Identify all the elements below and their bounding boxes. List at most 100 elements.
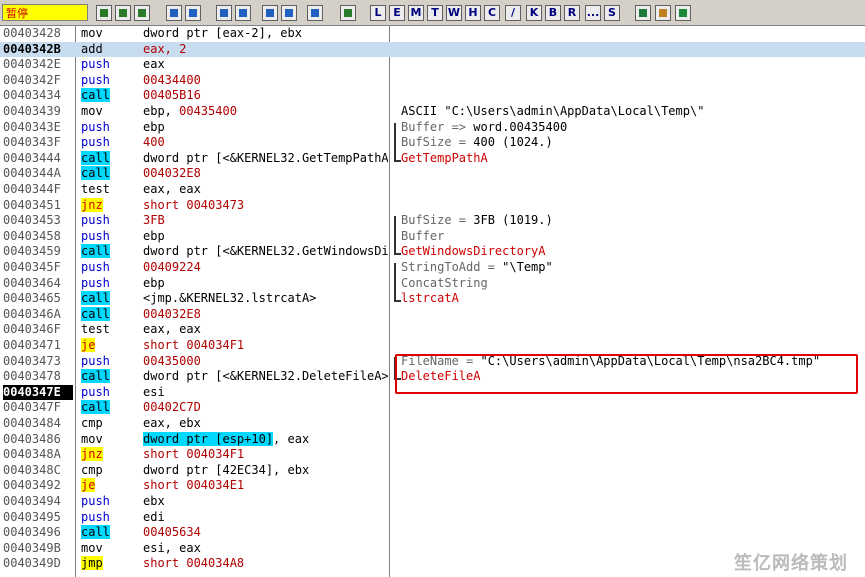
mnemonic: push bbox=[81, 57, 110, 72]
address: 0040349D bbox=[3, 556, 61, 571]
operands: ebx bbox=[143, 494, 165, 508]
handles-button[interactable]: H bbox=[465, 5, 481, 21]
grid-icon[interactable] bbox=[655, 5, 671, 21]
operands: ebp bbox=[143, 119, 165, 134]
comment: ASCII "C:\Users\admin\AppData\Local\Temp… bbox=[401, 104, 705, 118]
mnemonic: mov bbox=[81, 104, 103, 118]
instruction-row[interactable]: 0040344A call 004032E8 bbox=[0, 166, 865, 182]
instruction-row[interactable]: 00403484 cmp eax, ebx bbox=[0, 416, 865, 432]
instruction-row[interactable]: 00403434 call 00405B16 bbox=[0, 88, 865, 104]
instruction-row[interactable]: 0040343F push 400 BufSize = 400 (1024.) bbox=[0, 135, 865, 151]
memory-map-button[interactable]: M bbox=[408, 5, 424, 21]
address: 0040342E bbox=[3, 57, 61, 72]
breakpoints-button[interactable]: B bbox=[545, 5, 561, 21]
mnemonic: call bbox=[81, 306, 110, 321]
instruction-row[interactable]: 0040345F push 00409224 StringToAdd = "\Temp… bbox=[0, 260, 865, 276]
references-button[interactable]: R bbox=[564, 5, 580, 21]
threads-button[interactable]: T bbox=[427, 5, 443, 21]
address: 0040344A bbox=[3, 166, 61, 181]
help-icon[interactable] bbox=[675, 5, 691, 21]
instruction-row[interactable]: 00403496 call 00405634 bbox=[0, 525, 865, 541]
instruction-row[interactable]: 00403492 je short 004034E1 bbox=[0, 478, 865, 494]
list-icon[interactable] bbox=[635, 5, 651, 21]
comment: lstrcatA bbox=[401, 291, 459, 306]
run-trace-button[interactable]: ... bbox=[585, 5, 601, 21]
patches-button[interactable]: / bbox=[505, 5, 521, 21]
operands: dword ptr [<&KERNEL32.GetTempPathA>] bbox=[143, 150, 388, 165]
instruction-row[interactable]: 0040346F test eax, eax bbox=[0, 322, 865, 338]
operands: 00402C7D bbox=[143, 400, 201, 415]
source-button[interactable]: S bbox=[604, 5, 620, 21]
instruction-row[interactable]: 0040346A call 004032E8 bbox=[0, 306, 865, 323]
mnemonic: call bbox=[81, 244, 110, 259]
instruction-row[interactable]: 0040343E push ebp Buffer => word.00435400 bbox=[0, 120, 865, 136]
instruction-row[interactable]: 00403464 push ebp ConcatString bbox=[0, 276, 865, 292]
windows-button[interactable]: W bbox=[446, 5, 462, 21]
operands: eax, eax bbox=[143, 322, 201, 337]
address: 00403496 bbox=[3, 525, 61, 540]
address: 0040343E bbox=[3, 119, 61, 134]
instruction-row[interactable]: 00403458 push ebp Buffer bbox=[0, 229, 865, 245]
instruction-row[interactable]: 00403471 je short 004034F1 bbox=[0, 338, 865, 354]
instruction-row[interactable]: 0040342E push eax bbox=[0, 57, 865, 73]
mnemonic: jnz bbox=[81, 197, 103, 212]
mnemonic: push bbox=[81, 353, 110, 368]
operands: eax, ebx bbox=[143, 416, 201, 430]
instruction-row[interactable]: 0040342F push 00434400 bbox=[0, 73, 865, 89]
address: 00403495 bbox=[3, 509, 61, 524]
execute-till-return-icon[interactable] bbox=[307, 5, 323, 21]
address: 0040347E bbox=[3, 384, 73, 401]
address: 0040346A bbox=[3, 306, 61, 321]
instruction-row[interactable]: 00403486 mov dword ptr [esp+10], eax bbox=[0, 431, 865, 448]
instruction-row[interactable]: 0040347F call 00402C7D bbox=[0, 400, 865, 416]
address: 0040342B bbox=[3, 41, 61, 56]
address: 00403444 bbox=[3, 150, 61, 165]
address: 0040347F bbox=[3, 400, 61, 415]
call-stack-button[interactable]: K bbox=[526, 5, 542, 21]
address: 00403453 bbox=[3, 213, 61, 228]
instruction-row[interactable]: 0040348A jnz short 004034F1 bbox=[0, 447, 865, 463]
operands: ebp bbox=[143, 228, 165, 243]
address: 00403484 bbox=[3, 416, 61, 430]
instruction-row[interactable]: 0040342B add eax, 2 bbox=[0, 41, 865, 58]
address: 00403451 bbox=[3, 197, 61, 212]
mnemonic: push bbox=[81, 72, 110, 87]
instruction-row[interactable]: 00403444 call dword ptr [<&KERNEL32.GetTem… bbox=[0, 150, 865, 167]
operands: 400 bbox=[143, 135, 165, 150]
instruction-row[interactable]: 0040348C cmp dword ptr [42EC34], ebx bbox=[0, 463, 865, 479]
operands: eax, eax bbox=[143, 182, 201, 196]
instruction-row[interactable]: 00403439 mov ebp, 00435400 ASCII "C:\Users\… bbox=[0, 104, 865, 120]
address: 0040348C bbox=[3, 462, 61, 477]
instruction-row[interactable]: 0040344F test eax, eax bbox=[0, 182, 865, 198]
executable-modules-button[interactable]: E bbox=[389, 5, 405, 21]
address: 00403492 bbox=[3, 478, 61, 493]
instruction-row[interactable]: 00403451 jnz short 00403473 bbox=[0, 197, 865, 214]
cpu-button[interactable]: C bbox=[484, 5, 500, 21]
step-over-icon[interactable] bbox=[235, 5, 251, 21]
operands: eax bbox=[143, 57, 165, 72]
instruction-row[interactable]: 00403459 call dword ptr [<&KERNEL32.GetWin… bbox=[0, 244, 865, 260]
instruction-row[interactable]: 00403428 mov dword ptr [eax-2], ebx bbox=[0, 26, 865, 42]
disassembly-pane[interactable]: 00403428 mov dword ptr [eax-2], ebx 0040342… bbox=[0, 26, 865, 577]
rewind-icon[interactable] bbox=[115, 5, 131, 21]
mnemonic: cmp bbox=[81, 416, 103, 430]
address: 0040349B bbox=[3, 540, 61, 555]
address: 00403486 bbox=[3, 431, 61, 446]
operands: 004032E8 bbox=[143, 166, 201, 181]
instruction-row[interactable]: 00403495 push edi bbox=[0, 510, 865, 526]
trace-into-icon[interactable] bbox=[262, 5, 278, 21]
instruction-row[interactable]: 00403453 push 3FB BufSize = 3FB (1019.) bbox=[0, 213, 865, 229]
open-icon[interactable] bbox=[96, 5, 112, 21]
step-into-icon[interactable] bbox=[216, 5, 232, 21]
log-window-button[interactable]: L bbox=[370, 5, 386, 21]
run-icon[interactable] bbox=[166, 5, 182, 21]
instruction-row[interactable]: 00403494 push ebx bbox=[0, 494, 865, 510]
trace-over-icon[interactable] bbox=[281, 5, 297, 21]
operands: <jmp.&KERNEL32.lstrcatA> bbox=[143, 291, 317, 306]
instruction-row[interactable]: 00403465 call <jmp.&KERNEL32.lstrcatA> lstr… bbox=[0, 291, 865, 307]
pause-icon[interactable] bbox=[185, 5, 201, 21]
close-icon[interactable] bbox=[134, 5, 150, 21]
mnemonic: jnz bbox=[81, 447, 103, 462]
goto-icon[interactable] bbox=[340, 5, 356, 21]
operand-memory: dword ptr [esp+10] bbox=[143, 431, 274, 446]
